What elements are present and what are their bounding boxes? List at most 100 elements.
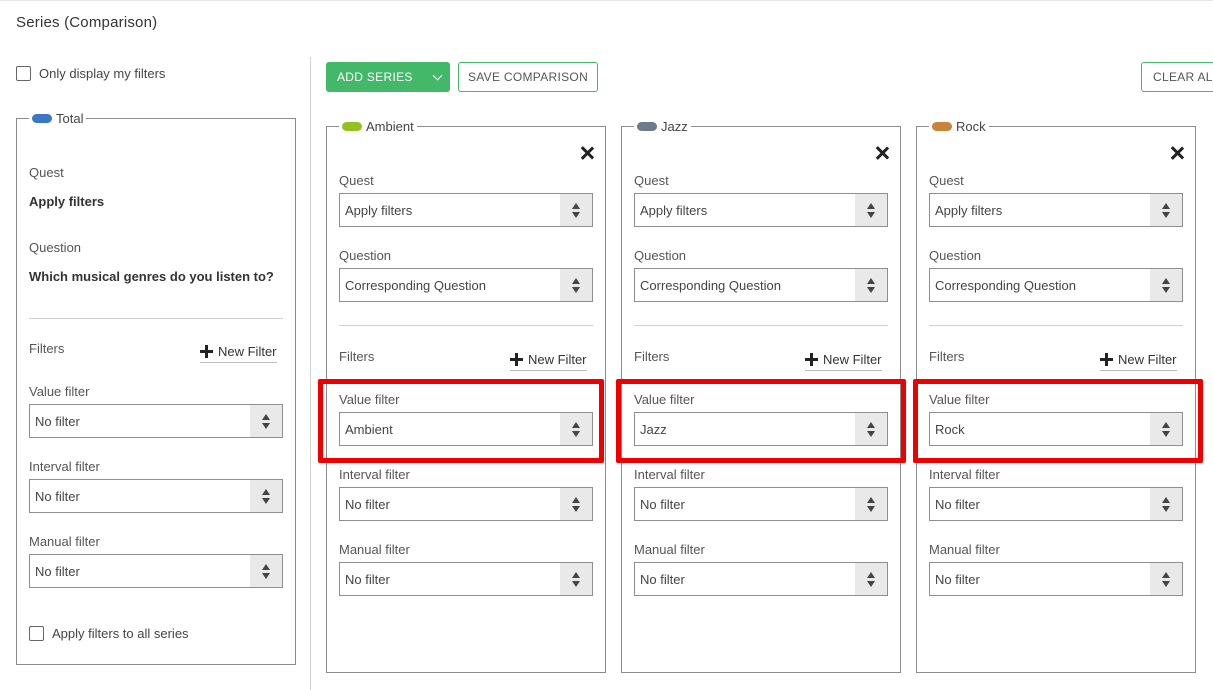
select-value: No filter [35,563,80,579]
interval-filter-select[interactable]: No filter [929,487,1183,521]
quest-select[interactable]: Apply filters [634,193,888,227]
interval-filter-label: Interval filter [929,467,1000,482]
total-value-filter-label: Value filter [29,384,90,399]
total-filters-label: Filters [29,341,65,356]
panel-separator [310,57,311,690]
total-manual-filter-label: Manual filter [29,534,100,549]
plus-icon [805,353,818,366]
updown-arrows-icon[interactable] [250,405,282,437]
new-filter-button[interactable]: New Filter [510,352,587,371]
question-label: Question [339,248,392,263]
select-value: No filter [935,571,980,587]
updown-arrows-icon[interactable] [855,194,887,226]
series-legend-label: Jazz [661,119,688,134]
updown-arrows-icon[interactable] [1150,488,1182,520]
quest-label: Quest [634,173,669,188]
total-quest-label: Quest [29,165,64,180]
total-manual-filter-select[interactable]: No filter [29,554,283,588]
total-interval-filter-label: Interval filter [29,459,100,474]
select-value: No filter [35,488,80,504]
total-value-filter-select[interactable]: No filter [29,404,283,438]
updown-arrows-icon[interactable] [1150,269,1182,301]
series-color-pill [342,122,362,131]
total-legend: Total [29,111,87,126]
highlight-box [616,379,906,463]
manual-filter-select[interactable]: No filter [634,562,888,596]
manual-filter-select[interactable]: No filter [929,562,1183,596]
select-value: No filter [935,496,980,512]
select-value: Corresponding Question [935,277,1076,293]
select-value: No filter [640,496,685,512]
question-select[interactable]: Corresponding Question [634,268,888,302]
filters-label: Filters [929,349,965,364]
manual-filter-label: Manual filter [929,542,1000,557]
only-my-filters-row[interactable]: Only display my filters [16,66,165,81]
only-my-filters-checkbox[interactable] [16,66,31,81]
plus-icon [1100,353,1113,366]
manual-filter-label: Manual filter [339,542,410,557]
apply-all-row[interactable]: Apply filters to all series [29,626,189,641]
total-divider [29,318,283,319]
updown-arrows-icon[interactable] [855,488,887,520]
series-legend: Jazz [634,119,691,134]
series-legend-label: Ambient [366,119,414,134]
interval-filter-select[interactable]: No filter [634,487,888,521]
select-value: Corresponding Question [345,277,486,293]
series-color-pill [637,122,657,131]
updown-arrows-icon[interactable] [560,563,592,595]
updown-arrows-icon[interactable] [855,269,887,301]
new-filter-label: New Filter [823,352,882,367]
new-filter-button[interactable]: New Filter [805,352,882,371]
updown-arrows-icon[interactable] [560,269,592,301]
manual-filter-label: Manual filter [634,542,705,557]
quest-select[interactable]: Apply filters [339,193,593,227]
new-filter-label: New Filter [1118,352,1177,367]
apply-all-checkbox[interactable] [29,626,44,641]
quest-select[interactable]: Apply filters [929,193,1183,227]
updown-arrows-icon[interactable] [560,488,592,520]
updown-arrows-icon[interactable] [250,480,282,512]
filters-label: Filters [634,349,670,364]
updown-arrows-icon[interactable] [1150,563,1182,595]
close-icon[interactable] [875,146,889,160]
series-divider [634,325,888,326]
chevron-down-icon[interactable] [424,70,450,80]
series-legend-label: Rock [956,119,986,134]
total-new-filter-button[interactable]: New Filter [200,344,277,363]
interval-filter-select[interactable]: No filter [339,487,593,521]
series-divider [929,325,1183,326]
updown-arrows-icon[interactable] [250,555,282,587]
select-value: Apply filters [935,202,1003,218]
interval-filter-label: Interval filter [634,467,705,482]
plus-icon [200,345,213,358]
total-legend-label: Total [56,111,84,126]
select-value: Corresponding Question [640,277,781,293]
total-quest-value: Apply filters [29,194,105,209]
close-icon[interactable] [1170,146,1184,160]
select-value: No filter [640,571,685,587]
manual-filter-select[interactable]: No filter [339,562,593,596]
select-value: Apply filters [345,202,413,218]
new-filter-button[interactable]: New Filter [1100,352,1177,371]
close-icon[interactable] [580,146,594,160]
clear-all-button[interactable]: CLEAR ALL [1141,62,1213,92]
updown-arrows-icon[interactable] [855,563,887,595]
highlight-box [913,379,1203,463]
highlight-box [318,379,604,463]
apply-all-label: Apply filters to all series [52,626,189,641]
question-select[interactable]: Corresponding Question [929,268,1183,302]
interval-filter-label: Interval filter [339,467,410,482]
select-value: Apply filters [640,202,708,218]
updown-arrows-icon[interactable] [560,194,592,226]
updown-arrows-icon[interactable] [1150,194,1182,226]
quest-label: Quest [339,173,374,188]
plus-icon [510,353,523,366]
total-interval-filter-select[interactable]: No filter [29,479,283,513]
series-legend: Ambient [339,119,417,134]
save-comparison-button[interactable]: SAVE COMPARISON [458,62,598,92]
select-value: No filter [345,571,390,587]
question-select[interactable]: Corresponding Question [339,268,593,302]
add-series-button[interactable]: ADD SERIES [326,62,450,92]
top-border [0,0,1213,1]
new-filter-label: New Filter [218,344,277,359]
